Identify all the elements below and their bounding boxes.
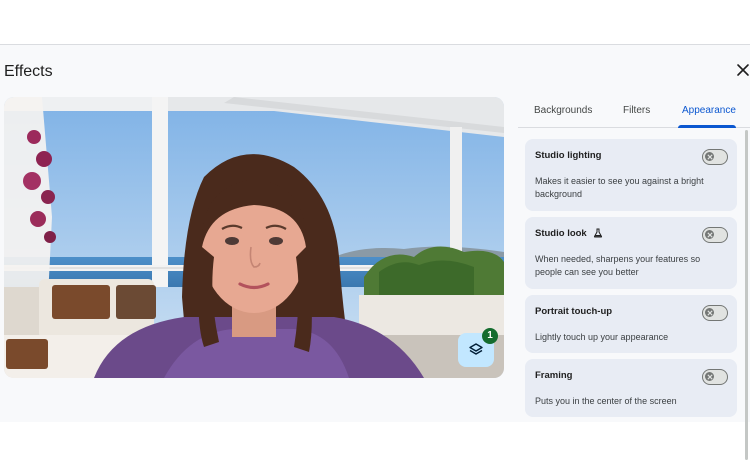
card-framing: Framing Puts you in the center of the sc… (525, 359, 737, 417)
effects-dialog: Effects 1 Backgrounds Filters Appearance… (0, 44, 750, 460)
card-description: Puts you in the center of the screen (535, 396, 677, 406)
camera-preview (4, 97, 504, 378)
layers-icon (469, 343, 483, 355)
top-strip (0, 0, 750, 44)
active-tab-indicator (678, 125, 736, 128)
effects-count-badge: 1 (482, 328, 498, 344)
toggle-off-icon (705, 372, 714, 381)
effects-tabs: Backgrounds Filters Appearance (518, 97, 750, 128)
card-description: Lightly touch up your appearance (535, 332, 669, 342)
flask-icon (593, 228, 603, 241)
close-icon[interactable] (736, 63, 750, 77)
card-studio-lighting: Studio lighting Makes it easier to see y… (525, 139, 737, 211)
tab-filters[interactable]: Filters (623, 105, 650, 116)
card-title-text: Studio look (535, 228, 587, 239)
studio-lighting-toggle[interactable] (702, 149, 728, 165)
scrollbar[interactable] (745, 130, 748, 460)
dialog-title: Effects (4, 63, 53, 80)
card-description: Makes it easier to see you against a bri… (535, 176, 704, 199)
card-title: Framing (535, 370, 573, 381)
card-title: Portrait touch-up (535, 306, 613, 317)
card-title: Studio lighting (535, 150, 602, 161)
card-title: Studio look (535, 228, 603, 241)
tab-backgrounds[interactable]: Backgrounds (534, 105, 592, 116)
framing-toggle[interactable] (702, 369, 728, 385)
toggle-off-icon (705, 152, 714, 161)
portrait-touch-up-toggle[interactable] (702, 305, 728, 321)
toggle-off-icon (705, 308, 714, 317)
card-portrait-touch-up: Portrait touch-up Lightly touch up your … (525, 295, 737, 353)
card-studio-look: Studio look When needed, sharpens your f… (525, 217, 737, 289)
toggle-off-icon (705, 230, 714, 239)
studio-look-toggle[interactable] (702, 227, 728, 243)
tab-appearance[interactable]: Appearance (682, 105, 736, 116)
card-description: When needed, sharpens your features so p… (535, 254, 701, 277)
